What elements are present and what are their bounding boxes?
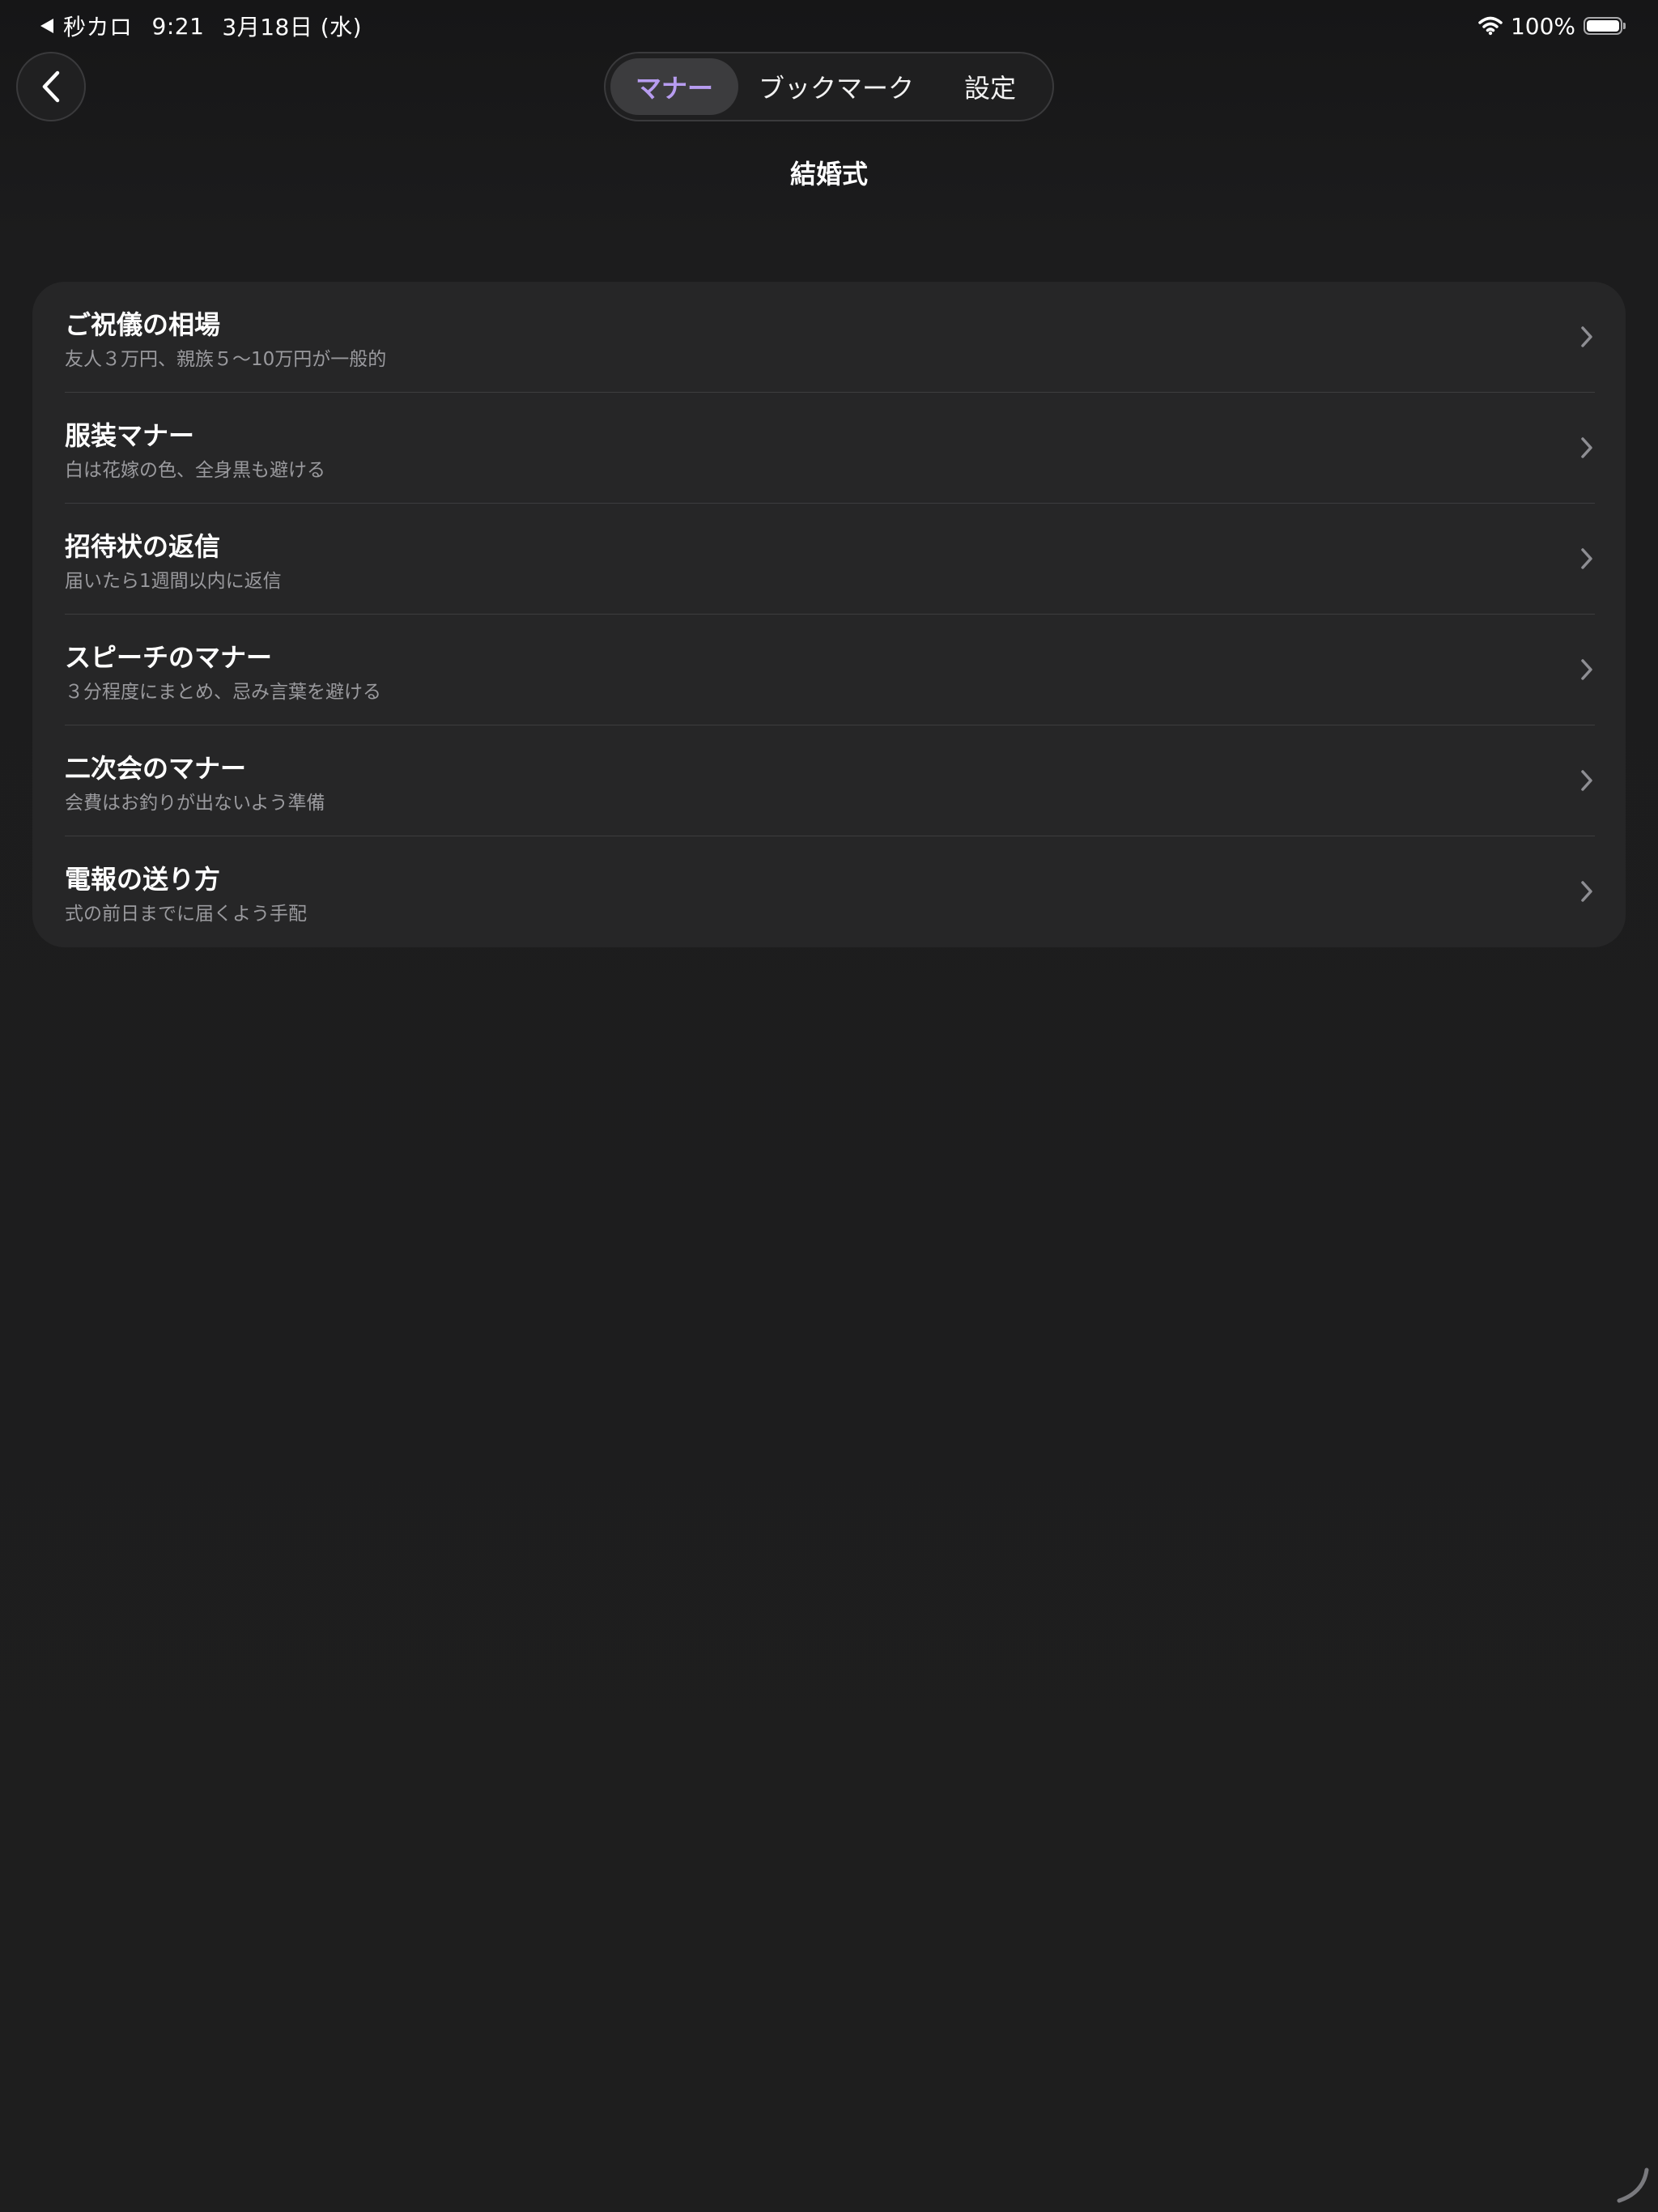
list-item-after-party[interactable]: 二次会のマナー 会費はお釣りが出ないよう準備 — [32, 725, 1626, 836]
list-item-title: 服装マナー — [65, 420, 195, 451]
list-item-subtitle: 会費はお釣りが出ないよう準備 — [65, 793, 325, 814]
chevron-right-icon — [1581, 548, 1592, 569]
chevron-right-icon — [1581, 770, 1592, 791]
list-item-speech[interactable]: スピーチのマナー ３分程度にまとめ、忌み言葉を避ける — [32, 615, 1626, 725]
corner-scroll-indicator[interactable] — [1611, 2165, 1652, 2206]
tab-settings[interactable]: 設定 — [937, 58, 1043, 115]
status-time: 9:21 — [151, 12, 205, 40]
list-item-title: 電報の送り方 — [65, 864, 221, 895]
wifi-icon — [1478, 16, 1503, 36]
chevron-right-icon — [1581, 326, 1592, 347]
list-item-subtitle: 白は花嫁の色、全身黒も避ける — [65, 460, 325, 481]
status-right: 100% — [1478, 11, 1626, 40]
list-item-telegram[interactable]: 電報の送り方 式の前日までに届くよう手配 — [32, 836, 1626, 947]
list-item-gift-money[interactable]: ご祝儀の相場 友人３万円、親族５〜10万円が一般的 — [32, 282, 1626, 393]
status-bar: 秒カロ 9:21 3月18日 (水) 100% — [0, 0, 1658, 52]
tab-bookmark[interactable]: ブックマーク — [746, 58, 926, 115]
list-item-title: 二次会のマナー — [65, 753, 247, 784]
list-item-title: スピーチのマナー — [65, 642, 273, 673]
tab-bar: マナー ブックマーク 設定 — [604, 52, 1054, 121]
battery-fill — [1587, 20, 1619, 32]
chevron-right-icon — [1581, 881, 1592, 902]
status-date: 3月18日 (水) — [222, 14, 363, 40]
chevron-right-icon — [1581, 437, 1592, 458]
list-item-title: 招待状の返信 — [65, 531, 221, 562]
tab-manner[interactable]: マナー — [610, 58, 738, 115]
list-item-title: ご祝儀の相場 — [65, 309, 221, 340]
status-left: 秒カロ 9:21 3月18日 (水) — [40, 11, 362, 40]
list-item-subtitle: 式の前日までに届くよう手配 — [65, 904, 307, 925]
back-app-label[interactable]: 秒カロ — [63, 10, 133, 42]
battery-cap — [1623, 23, 1626, 29]
list-item-subtitle: ３分程度にまとめ、忌み言葉を避ける — [65, 682, 381, 703]
chevron-left-icon — [42, 70, 60, 103]
list-item-subtitle: 友人３万円、親族５〜10万円が一般的 — [65, 349, 387, 370]
battery-percent: 100% — [1510, 12, 1575, 40]
list-item-dress-code[interactable]: 服装マナー 白は花嫁の色、全身黒も避ける — [32, 393, 1626, 504]
battery-icon — [1584, 17, 1626, 35]
list-item-invitation-reply[interactable]: 招待状の返信 届いたら1週間以内に返信 — [32, 504, 1626, 615]
back-button[interactable] — [16, 52, 86, 121]
list-item-subtitle: 届いたら1週間以内に返信 — [65, 571, 282, 592]
back-to-app-icon[interactable] — [40, 19, 53, 33]
manner-list: ご祝儀の相場 友人３万円、親族５〜10万円が一般的 服装マナー 白は花嫁の色、全… — [32, 282, 1626, 947]
page-title: 結婚式 — [789, 159, 868, 189]
chevron-right-icon — [1581, 659, 1592, 680]
